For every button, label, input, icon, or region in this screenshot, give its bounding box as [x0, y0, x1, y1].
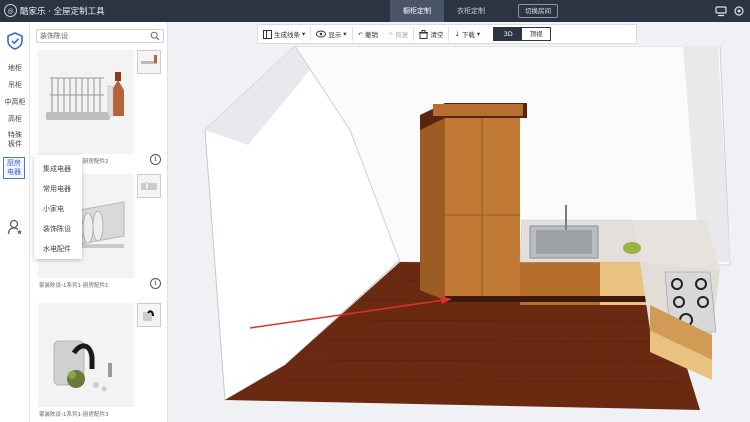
tab-wardrobe-custom[interactable]: 衣柜定制	[444, 0, 498, 22]
submenu-item-small-appliance[interactable]: 小家电	[34, 199, 82, 219]
view-top-button[interactable]: 顶视	[522, 28, 551, 40]
display-label: 显示	[328, 31, 342, 39]
rail-item-kitchen-appliance[interactable]: 厨房 电器	[3, 157, 25, 179]
display-button[interactable]: 显示 ▾	[311, 24, 351, 44]
product-variant-thumbnail[interactable]	[137, 174, 161, 198]
tall-cabinet-side	[420, 112, 445, 300]
tall-cabinet-crown	[433, 104, 523, 116]
clear-icon	[419, 29, 429, 39]
product-name: 家装陈设-1系列1-厨房配件1	[39, 283, 109, 289]
3d-viewport[interactable]	[169, 46, 750, 422]
countertop-corner	[632, 220, 720, 270]
undo-label: 撤销	[364, 31, 378, 39]
search-icon[interactable]	[150, 31, 160, 41]
monitor-icon[interactable]	[714, 3, 728, 18]
main-toolbar: 生成线条 ▾ 显示 ▾ ↶ 撤销 ↷ 恢复 清空 ⤓ 下载 ▾ 3D 顶视	[257, 24, 637, 44]
product-name: 家装陈设-1系列1-厨房配件3	[39, 412, 109, 418]
redo-icon: ↷	[387, 30, 394, 38]
user-star-icon[interactable]	[7, 219, 23, 235]
switch-room-button[interactable]: 切换房间	[518, 4, 558, 18]
toe-kick	[445, 296, 650, 302]
submenu-item-plumbing-accessory[interactable]: 水电配件	[34, 239, 82, 259]
eye-icon	[316, 30, 327, 38]
clear-label: 清空	[430, 31, 444, 39]
generate-lines-button[interactable]: 生成线条 ▾	[258, 24, 310, 44]
fruit-bowl	[623, 242, 641, 254]
chevron-down-icon: ▾	[302, 30, 306, 38]
clear-button[interactable]: 清空	[414, 24, 448, 44]
product-variant-thumbnail[interactable]	[137, 50, 161, 74]
sink-basin	[536, 230, 592, 254]
undo-button[interactable]: ↶ 撤销	[353, 24, 383, 44]
download-icon: ⤓	[454, 30, 460, 38]
settings-icon[interactable]	[732, 3, 746, 18]
appliance-submenu: 集成电器 常用电器 小家电 装饰陈设 水电配件	[34, 155, 82, 259]
submenu-item-integrated-appliance[interactable]: 集成电器	[34, 159, 82, 179]
logo-icon: ◎	[4, 4, 17, 17]
undo-icon: ↶	[357, 30, 363, 38]
redo-button[interactable]: ↷ 恢复	[383, 24, 413, 44]
info-icon[interactable]: i	[150, 278, 161, 289]
search-input[interactable]	[37, 30, 147, 42]
shield-icon[interactable]	[6, 32, 24, 50]
rail-item-tall-cabinet[interactable]: 高柜	[0, 115, 30, 124]
info-icon[interactable]: i	[150, 154, 161, 165]
submenu-item-decoration[interactable]: 装饰陈设	[34, 219, 82, 239]
product-thumbnail[interactable]	[38, 50, 134, 154]
search-box	[36, 29, 164, 43]
product-variant-thumbnail[interactable]	[137, 303, 161, 327]
view-toggle: 3D 顶视	[493, 27, 552, 41]
layout-icon	[263, 29, 272, 39]
rail-item-mid-tall-cabinet[interactable]: 中高柜	[0, 98, 30, 107]
app-logo[interactable]: ◎ 酷家乐 · 全屋定制工具	[4, 4, 105, 17]
redo-label: 恢复	[395, 31, 409, 39]
chevron-down-icon: ▾	[343, 30, 347, 38]
top-bar: ◎ 酷家乐 · 全屋定制工具 橱柜定制 衣柜定制 切换房间	[0, 0, 750, 22]
product-thumbnail[interactable]	[38, 303, 134, 407]
app-name: 酷家乐 · 全屋定制工具	[20, 6, 105, 17]
download-label: 下载	[461, 31, 475, 39]
generate-lines-label: 生成线条	[274, 31, 300, 39]
rail-item-wall-cabinet[interactable]: 吊柜	[0, 81, 30, 90]
tab-cabinet-custom[interactable]: 橱柜定制	[390, 0, 444, 22]
catalog-item[interactable]: 家装陈设-1系列1-厨房配件3	[36, 303, 166, 422]
rail-item-special-panel[interactable]: 特殊 板件	[0, 131, 30, 149]
download-button[interactable]: ⤓ 下载 ▾	[449, 24, 485, 44]
chevron-down-icon: ▾	[476, 30, 481, 38]
submenu-item-common-appliance[interactable]: 常用电器	[34, 179, 82, 199]
view-3d-button[interactable]: 3D	[494, 28, 523, 40]
catalog-item[interactable]: 家装陈设-1系列1-厨房配件2 i	[36, 50, 166, 172]
left-rail: 地柜 吊柜 中高柜 高柜 特殊 板件 厨房 电器	[0, 22, 30, 422]
rail-item-base-cabinet[interactable]: 地柜	[0, 64, 30, 73]
